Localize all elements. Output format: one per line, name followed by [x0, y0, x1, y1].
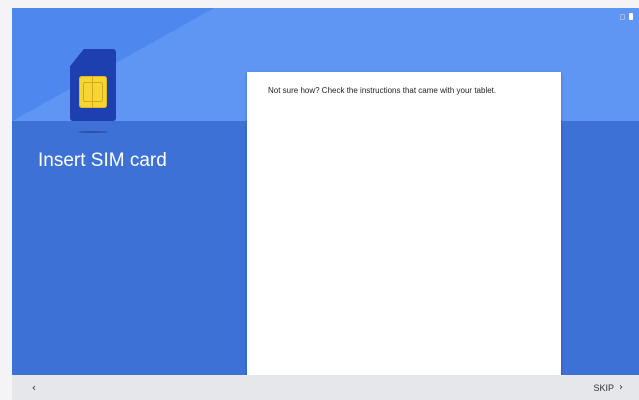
instruction-card: Not sure how? Check the instructions tha…	[247, 72, 561, 375]
chevron-left-icon: ‹	[31, 381, 37, 394]
instruction-text: Not sure how? Check the instructions tha…	[268, 86, 497, 95]
chevron-right-icon: ›	[619, 382, 623, 393]
navigation-bar: ‹ SKIP ›	[12, 375, 639, 400]
back-button[interactable]: ‹	[26, 380, 42, 396]
skip-label: SKIP	[593, 383, 614, 393]
sim-card-icon	[70, 49, 116, 135]
setup-screen: Insert SIM card Not sure how? Check the …	[12, 8, 639, 400]
sim-shadow	[78, 131, 108, 133]
status-bar	[620, 13, 633, 20]
battery-icon	[629, 13, 633, 20]
header-shade	[12, 8, 232, 121]
sim-chip	[79, 76, 107, 108]
page-title: Insert SIM card	[38, 150, 167, 171]
sim-status-icon	[620, 13, 625, 20]
skip-button[interactable]: SKIP ›	[593, 380, 623, 396]
